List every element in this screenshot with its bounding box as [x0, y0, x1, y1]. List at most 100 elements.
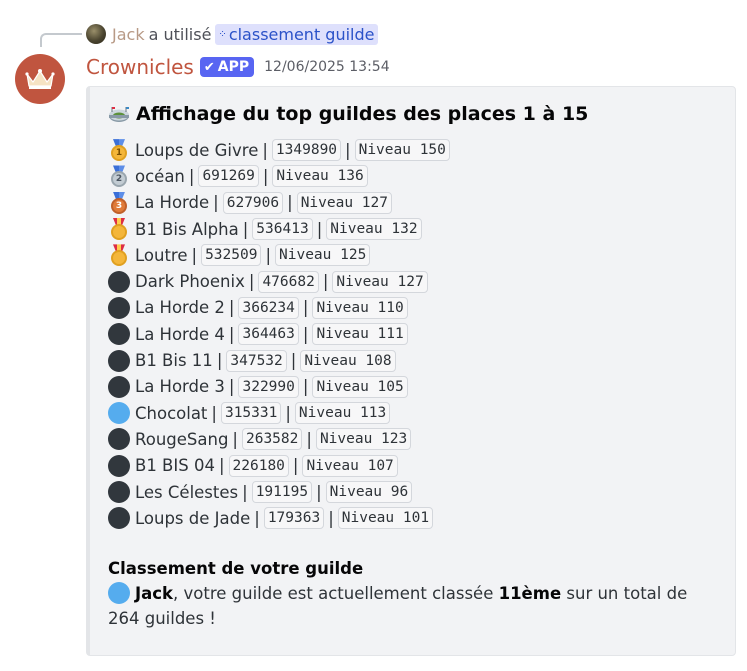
separator: | — [216, 351, 223, 371]
black-circle-icon — [108, 323, 130, 346]
separator: | — [328, 508, 334, 528]
guild-name: B1 BIS 04 — [135, 456, 215, 476]
guild-score: 347532 — [226, 349, 287, 372]
medal-disc: 2 — [111, 171, 127, 188]
guild-name: Loups de Jade — [135, 508, 251, 528]
circle-shape — [108, 454, 130, 477]
medal-disc: 1 — [111, 145, 127, 162]
app-badge: ✔ APP — [199, 57, 255, 77]
gold-medal-icon: 1 — [108, 139, 130, 162]
separator: | — [292, 456, 299, 476]
guild-level: Niveau 150 — [354, 139, 450, 162]
guild-name: Chocolat — [135, 403, 208, 423]
separator: | — [265, 245, 272, 265]
black-circle-icon — [108, 270, 130, 293]
list-item: 1 Loups de Givre | 1349890 | Niveau 150 — [108, 137, 719, 163]
separator: | — [316, 219, 323, 239]
list-item: B1 BIS 04 | 226180 | Niveau 107 — [108, 453, 719, 479]
separator: | — [262, 166, 269, 186]
separator: | — [242, 219, 249, 239]
own-guild-summary: Jack, votre guilde est actuellement clas… — [108, 581, 708, 631]
guild-level: Niveau 127 — [296, 191, 392, 214]
guild-name: La Horde 3 — [135, 377, 225, 397]
guild-level: Niveau 113 — [294, 402, 391, 425]
circle-shape — [108, 323, 130, 346]
black-circle-icon — [108, 349, 130, 372]
separator: | — [302, 377, 309, 397]
circle-shape — [108, 349, 130, 372]
black-circle-icon — [108, 507, 130, 530]
separator: | — [211, 403, 217, 423]
check-icon: ✔ — [203, 59, 215, 75]
list-item: La Horde 3 | 322990 | Niveau 105 — [108, 374, 719, 400]
guild-level: Niveau 123 — [315, 428, 412, 451]
circle-shape — [108, 402, 130, 425]
separator: | — [302, 298, 309, 318]
guild-name: La Horde — [135, 193, 210, 213]
list-item: La Horde 2 | 366234 | Niveau 110 — [108, 295, 719, 321]
guild-level: Niveau 111 — [312, 323, 408, 346]
guild-level: Niveau 108 — [300, 349, 396, 372]
separator: | — [287, 193, 293, 213]
guild-name: La Horde 2 — [135, 298, 225, 318]
circle-shape — [108, 481, 130, 503]
guild-score: 364463 — [238, 323, 299, 346]
circle-shape — [108, 270, 130, 293]
circle-shape — [108, 375, 130, 398]
user-avatar[interactable] — [86, 24, 106, 44]
guild-score: 322990 — [238, 375, 299, 398]
bot-username[interactable]: Crownicles — [86, 55, 194, 79]
guild-level: Niveau 101 — [337, 507, 434, 530]
embed-title: Affichage du top guildes des places 1 à … — [108, 101, 719, 127]
list-item: RougeSang | 263582 | Niveau 123 — [108, 426, 719, 452]
own-guild-section-title: Classement de votre guilde — [108, 559, 364, 579]
separator: | — [232, 429, 238, 449]
separator: | — [316, 482, 322, 502]
guild-name: Dark Phoenix — [135, 272, 245, 292]
guild-score: 536413 — [252, 218, 313, 241]
separator: | — [191, 245, 198, 265]
list-item: La Horde 4 | 364463 | Niveau 111 — [108, 321, 719, 347]
black-circle-icon — [108, 428, 130, 451]
separator: | — [302, 324, 309, 344]
guild-score: 226180 — [228, 454, 289, 477]
blue-circle-icon — [108, 582, 130, 605]
guild-level: Niveau 110 — [312, 296, 408, 319]
separator: | — [248, 272, 255, 292]
black-circle-icon — [108, 454, 130, 477]
embed-title-text: Affichage du top guildes des places 1 à … — [136, 103, 589, 125]
list-item: B1 Bis Alpha | 536413 | Niveau 132 — [108, 216, 719, 242]
separator: | — [188, 166, 195, 186]
slash-command-name: classement guilde — [228, 24, 375, 44]
black-circle-icon — [108, 375, 130, 398]
guild-level: Niveau 127 — [332, 270, 428, 293]
summary-text-before: , votre guilde est actuellement classée — [173, 584, 499, 604]
guild-score: 366234 — [238, 296, 299, 319]
guild-name: Loutre — [135, 245, 188, 265]
command-interaction-header: Jack a utilisé ⁘ classement guilde — [86, 21, 378, 47]
separator: | — [322, 272, 329, 292]
list-item: Chocolat | 315331 | Niveau 113 — [108, 400, 719, 426]
guild-score: 627906 — [222, 191, 284, 214]
list-item: 3 La Horde | 627906 | Niveau 127 — [108, 190, 719, 216]
interaction-user[interactable]: Jack — [112, 25, 145, 44]
separator: | — [228, 377, 235, 397]
guild-score: 691269 — [198, 165, 259, 188]
list-item: B1 Bis 11 | 347532 | Niveau 108 — [108, 347, 719, 373]
guild-score: 532509 — [201, 244, 262, 267]
separator: | — [254, 508, 260, 528]
slash-command-mention[interactable]: ⁘ classement guilde — [215, 23, 378, 45]
reply-connector — [40, 33, 82, 47]
guild-name: océan — [135, 166, 185, 186]
message-timestamp[interactable]: 12/06/2025 13:54 — [264, 59, 390, 75]
command-dots-icon: ⁘ — [218, 28, 226, 40]
guild-level: Niveau 125 — [275, 244, 371, 267]
summary-user: Jack — [135, 584, 174, 604]
bot-avatar[interactable] — [15, 54, 65, 104]
guild-level: Niveau 96 — [325, 481, 413, 503]
stadium-icon — [109, 107, 129, 122]
separator: | — [228, 298, 235, 318]
guild-score: 476682 — [258, 270, 319, 293]
separator: | — [306, 429, 312, 449]
blue-circle-icon — [108, 402, 130, 425]
